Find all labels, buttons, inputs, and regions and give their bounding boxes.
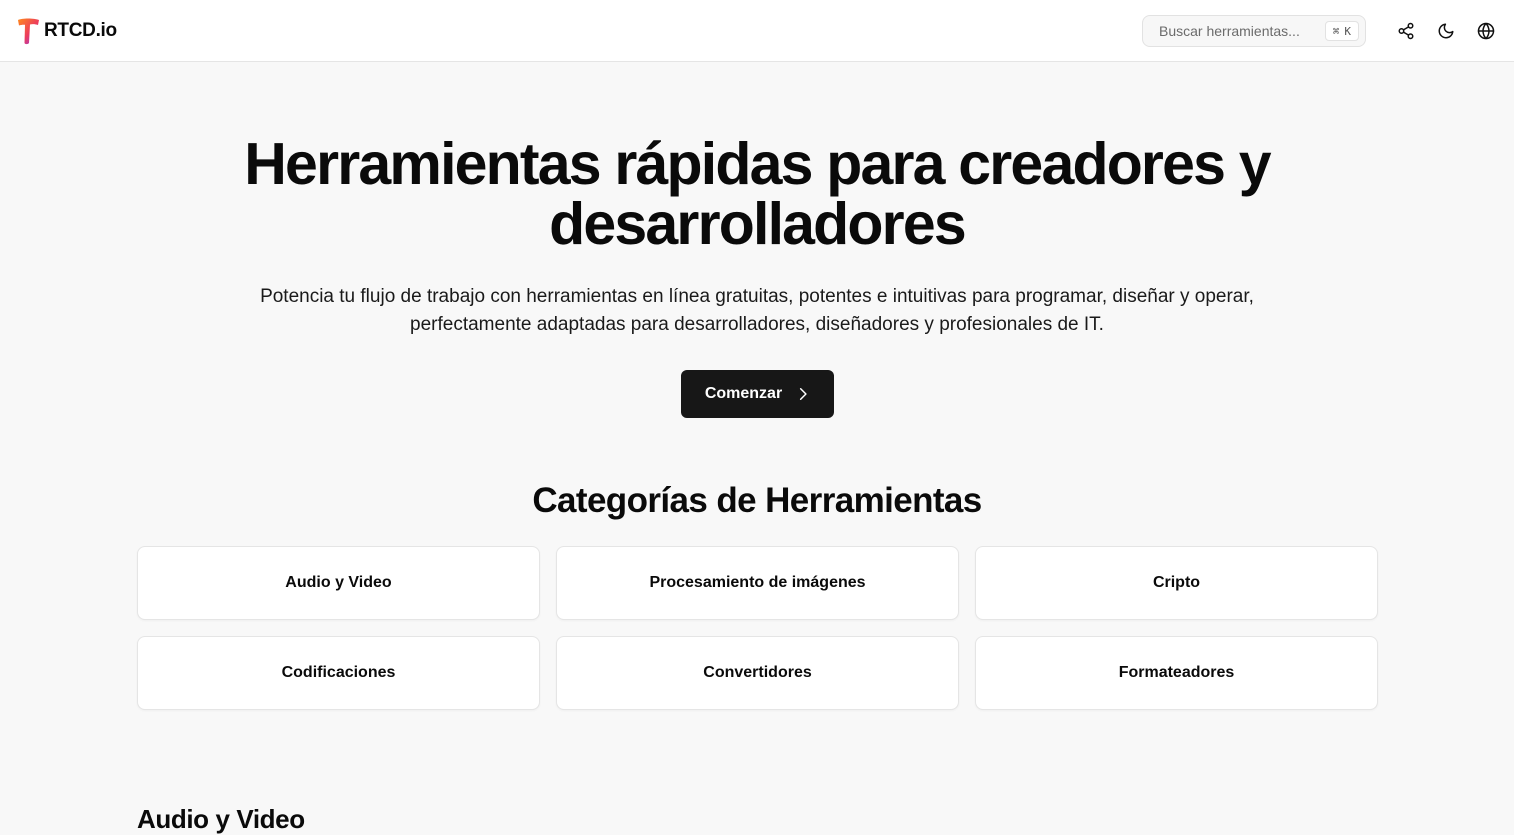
categories-grid: Audio y Video Procesamiento de imágenes …	[137, 546, 1378, 710]
hero-subtitle-line-2: perfectamente adaptadas para desarrollad…	[410, 314, 1104, 335]
language-button[interactable]	[1470, 15, 1502, 47]
hero-subtitle: Potencia tu flujo de trabajo con herrami…	[157, 283, 1357, 339]
globe-icon	[1477, 22, 1495, 40]
audio-video-section-title: Audio y Video	[137, 804, 305, 834]
get-started-label: Comenzar	[704, 385, 783, 402]
brand-logo-icon	[18, 18, 39, 45]
hero-title: Herramientas rápidas para creadores y de…	[0, 134, 1514, 254]
category-card-audio-video[interactable]: Audio y Video	[137, 546, 540, 620]
theme-toggle-button[interactable]	[1430, 15, 1462, 47]
category-card-encodings[interactable]: Codificaciones	[137, 636, 540, 710]
shortcut-hint: ⌘ K	[1324, 21, 1359, 41]
categories-title: Categorías de Herramientas	[532, 481, 982, 520]
k-key: K	[1344, 24, 1351, 38]
moon-icon	[1438, 23, 1454, 39]
search-placeholder: Buscar herramientas...	[1159, 23, 1300, 39]
hero-subtitle-line-1: Potencia tu flujo de trabajo con herrami…	[260, 286, 1254, 307]
category-card-image-processing[interactable]: Procesamiento de imágenes	[556, 546, 959, 620]
category-card-formatters[interactable]: Formateadores	[975, 636, 1378, 710]
share-icon	[1398, 22, 1414, 40]
chevron-right-icon	[800, 387, 807, 401]
category-card-crypto[interactable]: Cripto	[975, 546, 1378, 620]
brand-name: RTCD.io	[44, 20, 117, 41]
search-input[interactable]: Buscar herramientas... ⌘ K	[1142, 15, 1366, 47]
hero-title-line-1: Herramientas rápidas para creadores y	[244, 131, 1271, 197]
brand-home-link[interactable]: RTCD.io	[16, 16, 117, 46]
command-key: ⌘	[1332, 24, 1340, 38]
category-card-converters[interactable]: Convertidores	[556, 636, 959, 710]
top-header: RTCD.io Buscar herramientas... ⌘ K	[0, 0, 1514, 62]
hero-title-line-2: desarrolladores	[549, 191, 967, 257]
get-started-button[interactable]: Comenzar	[681, 370, 834, 418]
share-button[interactable]	[1390, 15, 1422, 47]
